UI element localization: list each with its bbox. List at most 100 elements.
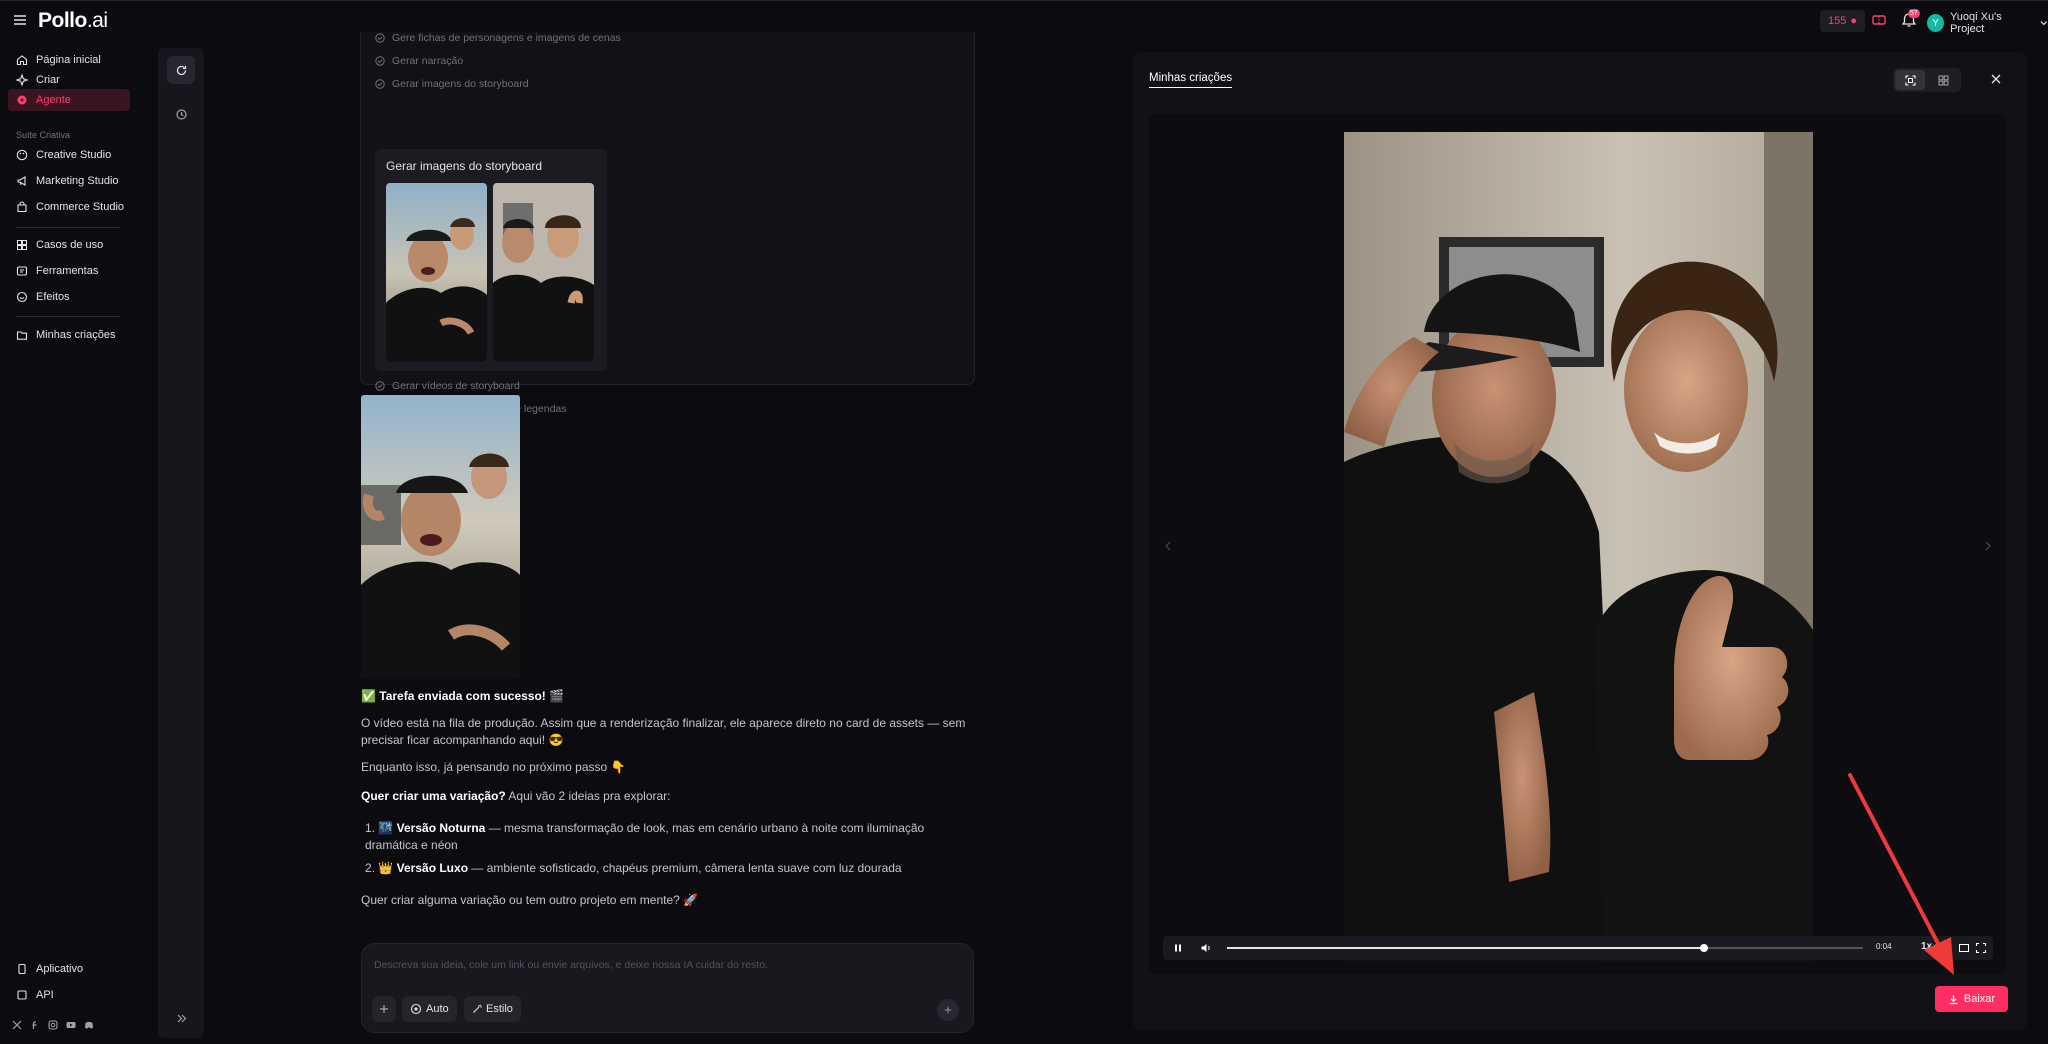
sidebar-item-app[interactable]: Aplicativo xyxy=(8,958,130,980)
logo[interactable]: Pollo.ai xyxy=(38,9,108,33)
variation-rest: Aqui vão 2 ideias pra explorar: xyxy=(505,789,671,803)
x-twitter-icon[interactable] xyxy=(12,1020,22,1030)
sidebar-item-home[interactable]: Página inicial xyxy=(8,49,130,71)
sidebar-item-label: Marketing Studio xyxy=(36,175,119,187)
storyboard-image-1[interactable] xyxy=(386,183,487,362)
idea-title: Versão Noturna xyxy=(396,821,486,835)
volume-icon[interactable] xyxy=(1200,942,1212,954)
sidebar-item-creative-studio[interactable]: Creative Studio xyxy=(8,144,130,166)
close-icon[interactable] xyxy=(1989,72,2003,86)
tab-my-creations[interactable]: Minhas criações xyxy=(1149,72,1233,88)
expand-rail-button[interactable] xyxy=(167,1004,195,1032)
home-icon xyxy=(16,55,28,66)
new-chat-button[interactable] xyxy=(167,56,195,84)
avatar: Y xyxy=(1927,14,1945,32)
sidebar-item-create[interactable]: Criar xyxy=(8,69,130,91)
history-button[interactable] xyxy=(167,100,195,128)
video-frame[interactable] xyxy=(1344,132,1813,962)
fullscreen-icon[interactable] xyxy=(1975,942,1987,954)
task-steps-card: Gere fichas de personagens e imagens de … xyxy=(360,32,975,415)
idea-emoji: 👑 xyxy=(378,861,394,875)
credits-value: 155 xyxy=(1828,15,1847,27)
chevron-left-icon[interactable] xyxy=(1163,539,1173,553)
sidebar-item-label: Minhas criações xyxy=(36,329,116,341)
send-button[interactable] xyxy=(937,999,959,1021)
video-frame-art xyxy=(1344,132,1813,962)
task-step: Gere fichas de personagens e imagens de … xyxy=(375,32,621,44)
plus-icon xyxy=(380,1005,388,1013)
auto-icon xyxy=(410,1003,422,1015)
task-step: Gerar narração xyxy=(375,55,463,67)
agent-icon xyxy=(17,95,27,105)
sidebar-section-label: Suíte Criativa xyxy=(16,130,71,140)
generated-video-art xyxy=(361,395,520,677)
credits-badge[interactable]: 155 ● xyxy=(1820,10,1866,32)
sidebar-item-tools[interactable]: Ferramentas xyxy=(8,260,130,282)
sidebar-item-label: Página inicial xyxy=(36,54,101,66)
project-selector[interactable]: Y Yuoqi Xu's Project xyxy=(1927,11,2048,35)
grid-icon xyxy=(1938,75,1948,85)
social-links xyxy=(12,1020,94,1030)
check-circle-icon xyxy=(375,56,385,66)
storyboard-image-1-art xyxy=(386,183,487,362)
video-progress-bar[interactable] xyxy=(1227,944,1863,952)
idea-title: Versão Luxo xyxy=(396,861,469,875)
sidebar-item-label: Efeitos xyxy=(36,291,70,303)
sidebar-item-label: API xyxy=(36,989,54,1001)
generated-video-thumbnail[interactable] xyxy=(361,395,520,677)
task-step: Gerar vídeos de storyboard xyxy=(375,380,520,392)
sidebar-item-effects[interactable]: Efeitos xyxy=(8,286,130,308)
download-icon xyxy=(1949,994,1958,1004)
task-step: Gerar imagens do storyboard xyxy=(375,78,529,90)
sidebar-item-marketing-studio[interactable]: Marketing Studio xyxy=(8,170,130,192)
sidebar-item-label: Ferramentas xyxy=(36,265,99,277)
sidebar-item-commerce-studio[interactable]: Commerce Studio xyxy=(8,196,130,218)
menu-icon[interactable] xyxy=(13,13,27,27)
style-button[interactable]: Estilo xyxy=(464,996,521,1022)
sidebar-item-label: Agente xyxy=(36,94,71,106)
sidebar-item-use-cases[interactable]: Casos de uso xyxy=(8,234,130,256)
composer-input[interactable]: Descreva sua ideia, cole um link ou envi… xyxy=(374,959,768,971)
pause-icon[interactable] xyxy=(1172,942,1184,954)
attach-button[interactable] xyxy=(372,996,396,1022)
auto-mode-button[interactable]: Auto xyxy=(402,996,457,1022)
sparkle-send-icon xyxy=(943,1005,953,1015)
sidebar-item-agent[interactable]: Agente xyxy=(8,89,130,111)
palette-icon xyxy=(16,149,28,161)
check-circle-icon xyxy=(375,79,385,89)
coin-icon: ● xyxy=(1850,15,1858,27)
single-view-button[interactable] xyxy=(1895,70,1925,90)
sidebar-item-api[interactable]: API xyxy=(8,984,130,1006)
sparkle-icon xyxy=(16,74,28,86)
sidebar-item-label: Commerce Studio xyxy=(36,201,125,213)
task-step-label: Gere fichas de personagens e imagens de … xyxy=(392,32,621,44)
success-message: ✅ Tarefa enviada com sucesso! 🎬 xyxy=(361,688,973,705)
instagram-icon[interactable] xyxy=(48,1020,58,1030)
sidebar-divider xyxy=(16,316,120,317)
ticket-icon[interactable] xyxy=(1871,12,1887,28)
tools-icon xyxy=(16,266,28,276)
variation-message: Quer criar uma variação? Aqui vão 2 idei… xyxy=(361,788,973,805)
success-text: ✅ Tarefa enviada com sucesso! 🎬 xyxy=(361,689,565,703)
logo-ai: .ai xyxy=(86,9,108,32)
idea-text: — ambiente sofisticado, chapéus premium,… xyxy=(468,861,902,875)
discord-icon[interactable] xyxy=(84,1020,94,1030)
facebook-icon[interactable] xyxy=(30,1020,40,1030)
video-progress-knob[interactable] xyxy=(1700,944,1708,952)
grid-view-button[interactable] xyxy=(1928,70,1958,90)
bag-icon xyxy=(17,201,27,213)
chevron-right-icon[interactable] xyxy=(1983,539,1993,553)
folder-icon xyxy=(16,331,28,340)
storyboard-image-2[interactable] xyxy=(493,183,594,362)
download-button[interactable]: Baixar xyxy=(1935,986,2008,1012)
video-progress-fill xyxy=(1227,947,1704,949)
task-step-label: Gerar imagens do storyboard xyxy=(392,78,529,90)
sidebar-item-my-creations[interactable]: Minhas criações xyxy=(8,324,130,346)
sidebar-item-label: Creative Studio xyxy=(36,149,112,161)
idea-list-item: 1. 🌃 Versão Noturna — mesma transformaçã… xyxy=(365,820,965,854)
download-label: Baixar xyxy=(1963,993,1996,1005)
storyboard-card: Gerar imagens do storyboard xyxy=(375,149,607,371)
youtube-icon[interactable] xyxy=(66,1020,76,1030)
grid-icon xyxy=(17,240,27,250)
idea-emoji: 🌃 xyxy=(378,821,394,835)
